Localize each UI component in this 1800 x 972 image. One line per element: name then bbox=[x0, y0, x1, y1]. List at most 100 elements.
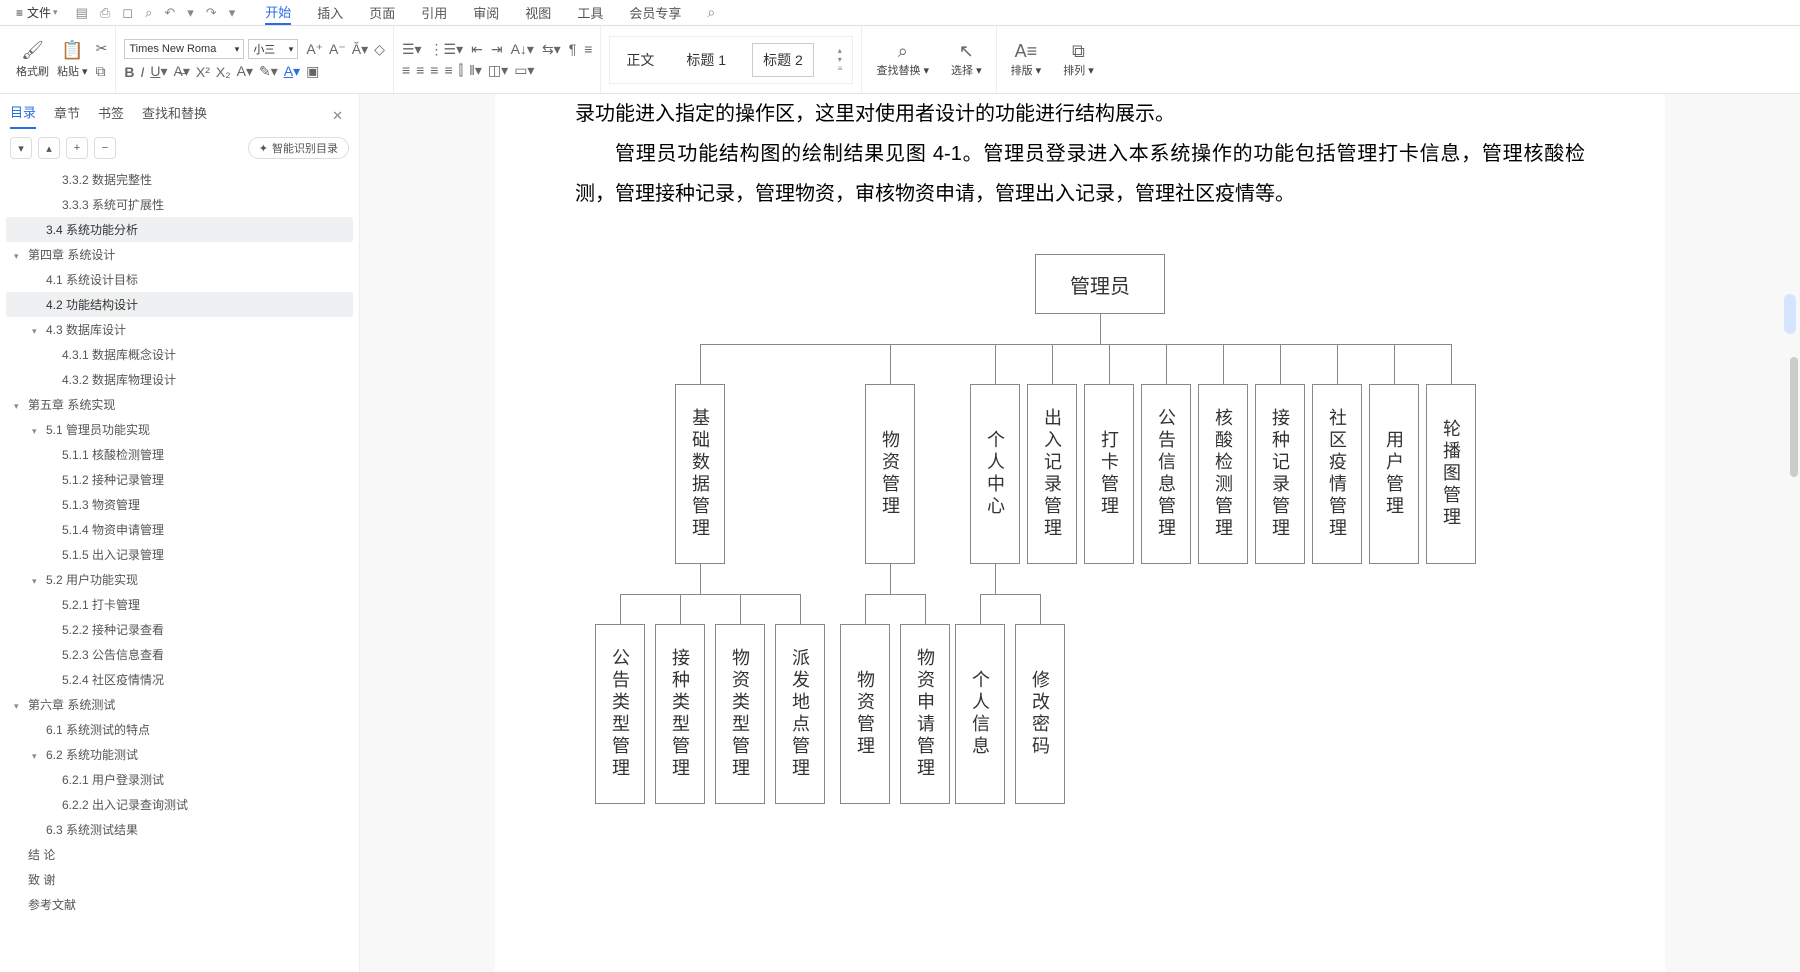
sidebar-tab-bookmark[interactable]: 书签 bbox=[98, 103, 124, 128]
grow-font-icon[interactable]: A⁺ bbox=[306, 41, 323, 58]
underline-icon[interactable]: U▾ bbox=[150, 63, 167, 80]
style-h1[interactable]: 标题 1 bbox=[680, 48, 732, 72]
paste-button[interactable]: 📋粘贴 ▾ bbox=[57, 40, 88, 79]
sidebar-tab-toc[interactable]: 目录 bbox=[10, 102, 36, 129]
tab-start[interactable]: 开始 bbox=[265, 0, 291, 25]
font-size-select[interactable]: 小三▾ bbox=[248, 39, 298, 59]
select-button[interactable]: ↖选择 ▾ bbox=[945, 41, 988, 78]
toc-item[interactable]: 5.2.2 接种记录查看 bbox=[6, 617, 353, 642]
toc-item[interactable]: 6.1 系统测试的特点 bbox=[6, 717, 353, 742]
border-icon[interactable]: ▭▾ bbox=[514, 62, 534, 79]
toc-item[interactable]: 6.2.1 用户登录测试 bbox=[6, 767, 353, 792]
toc-item[interactable]: 结 论 bbox=[6, 842, 353, 867]
toc-item[interactable]: 5.1.1 核酸检测管理 bbox=[6, 442, 353, 467]
align-right-icon[interactable]: ≡ bbox=[430, 62, 438, 78]
copy-icon[interactable]: ⧉ bbox=[96, 63, 108, 80]
document-area[interactable]: 录功能进入指定的操作区，这里对使用者设计的功能进行结构展示。 管理员功能结构图的… bbox=[360, 94, 1800, 972]
toc-item[interactable]: 5.1.5 出入记录管理 bbox=[6, 542, 353, 567]
vertical-scrollbar[interactable] bbox=[1788, 94, 1798, 972]
toc-item[interactable]: 5.2.4 社区疫情情况 bbox=[6, 667, 353, 692]
toc-item[interactable]: ▾第四章 系统设计 bbox=[6, 242, 353, 267]
caret-icon[interactable]: ▾ bbox=[187, 5, 194, 21]
toc-item[interactable]: ▾6.2 系统功能测试 bbox=[6, 742, 353, 767]
zoom-icon[interactable]: ⌕ bbox=[145, 5, 152, 21]
fill-icon[interactable]: ◫▾ bbox=[488, 62, 508, 79]
toc-item[interactable]: 6.2.2 出入记录查询测试 bbox=[6, 792, 353, 817]
line-height-icon[interactable]: ‖▾ bbox=[469, 62, 482, 79]
toc-item[interactable]: ▾第六章 系统测试 bbox=[6, 692, 353, 717]
toc-item[interactable]: 参考文献 bbox=[6, 892, 353, 917]
numbering-icon[interactable]: ⋮☰▾ bbox=[430, 41, 464, 58]
toc-item[interactable]: 5.1.3 物资管理 bbox=[6, 492, 353, 517]
print-icon[interactable]: ⎙ bbox=[100, 5, 110, 21]
toc-item[interactable]: 5.1.2 接种记录管理 bbox=[6, 467, 353, 492]
sidebar-tab-find[interactable]: 查找和替换 bbox=[142, 103, 207, 128]
italic-icon[interactable]: I bbox=[140, 64, 144, 80]
toc-item[interactable]: ▾5.2 用户功能实现 bbox=[6, 567, 353, 592]
tab-review[interactable]: 审阅 bbox=[473, 1, 499, 24]
layout-button[interactable]: A≡排版 ▾ bbox=[1005, 41, 1048, 78]
subscript-icon[interactable]: X₂ bbox=[216, 64, 231, 80]
sidebar-tab-chapter[interactable]: 章节 bbox=[54, 103, 80, 128]
preview-icon[interactable]: ◻ bbox=[122, 5, 133, 21]
bullets-icon[interactable]: ☰▾ bbox=[402, 41, 422, 58]
toc-item[interactable]: 3.3.2 数据完整性 bbox=[6, 167, 353, 192]
tab-reference[interactable]: 引用 bbox=[421, 1, 447, 24]
undo-icon[interactable]: ↶ bbox=[164, 5, 175, 21]
highlight-icon[interactable]: ✎▾ bbox=[259, 63, 278, 80]
search-icon[interactable]: ⌕ bbox=[707, 4, 715, 21]
tabs-icon[interactable]: ⇆▾ bbox=[542, 41, 561, 58]
toc-item[interactable]: 3.4 系统功能分析 bbox=[6, 217, 353, 242]
font-name-select[interactable]: Times New Roma▾ bbox=[124, 39, 244, 59]
toc-item[interactable]: ▾4.3 数据库设计 bbox=[6, 317, 353, 342]
distribute-icon[interactable]: ⫿ bbox=[459, 62, 463, 79]
toc-item[interactable]: 4.2 功能结构设计 bbox=[6, 292, 353, 317]
collapse-icon[interactable]: ▾ bbox=[10, 137, 32, 159]
tab-page[interactable]: 页面 bbox=[369, 1, 395, 24]
format-painter-button[interactable]: 🖌格式刷 bbox=[16, 40, 49, 79]
clear-format-icon[interactable]: ◇ bbox=[374, 41, 385, 58]
show-marks-icon[interactable]: ¶ bbox=[569, 41, 577, 57]
sort-icon[interactable]: A↓▾ bbox=[511, 41, 534, 58]
indent-icon[interactable]: ⇥ bbox=[491, 41, 503, 58]
shading-icon[interactable]: ▣ bbox=[306, 63, 319, 80]
change-case-icon[interactable]: Ǎ▾ bbox=[352, 41, 368, 58]
save-icon[interactable]: ▤ bbox=[76, 5, 88, 21]
cut-icon[interactable]: ✂ bbox=[96, 40, 108, 57]
font-color-icon[interactable]: A▾ bbox=[284, 63, 300, 80]
scrollbar-thumb[interactable] bbox=[1790, 357, 1798, 477]
caret-icon[interactable]: ▾ bbox=[229, 5, 236, 21]
toc-item[interactable]: ▾第五章 系统实现 bbox=[6, 392, 353, 417]
toc-item[interactable]: ▾5.1 管理员功能实现 bbox=[6, 417, 353, 442]
remove-icon[interactable]: − bbox=[94, 137, 116, 159]
toc-list[interactable]: 3.3.2 数据完整性3.3.3 系统可扩展性3.4 系统功能分析▾第四章 系统… bbox=[0, 167, 359, 972]
file-menu[interactable]: ≡ 文件 ▾ bbox=[10, 2, 64, 23]
toc-item[interactable]: 3.3.3 系统可扩展性 bbox=[6, 192, 353, 217]
tab-insert[interactable]: 插入 bbox=[317, 1, 343, 24]
shrink-font-icon[interactable]: A⁻ bbox=[329, 41, 346, 58]
style-h2[interactable]: 标题 2 bbox=[752, 43, 814, 77]
toc-item[interactable]: 4.3.2 数据库物理设计 bbox=[6, 367, 353, 392]
add-icon[interactable]: + bbox=[66, 137, 88, 159]
tab-tools[interactable]: 工具 bbox=[577, 1, 603, 24]
style-body[interactable]: 正文 bbox=[620, 48, 660, 72]
strike-icon[interactable]: A̶▾ bbox=[173, 63, 189, 80]
arrange-button[interactable]: ⧉排列 ▾ bbox=[1057, 41, 1100, 78]
tab-member[interactable]: 会员专享 bbox=[629, 1, 681, 24]
smart-toc-button[interactable]: ✦智能识别目录 bbox=[248, 137, 349, 159]
align-left-icon[interactable]: ≡ bbox=[402, 62, 410, 78]
superscript-icon[interactable]: X² bbox=[196, 64, 210, 80]
text-effect-icon[interactable]: A▾ bbox=[237, 63, 253, 80]
find-replace-button[interactable]: ⌕查找替换 ▾ bbox=[870, 41, 935, 78]
sidebar-close-icon[interactable]: ✕ bbox=[332, 108, 343, 124]
bold-icon[interactable]: B bbox=[124, 64, 134, 80]
toc-item[interactable]: 5.1.4 物资申请管理 bbox=[6, 517, 353, 542]
toc-item[interactable]: 5.2.3 公告信息查看 bbox=[6, 642, 353, 667]
line-spacing-icon[interactable]: ≡ bbox=[584, 41, 592, 57]
toc-item[interactable]: 6.3 系统测试结果 bbox=[6, 817, 353, 842]
toc-item[interactable]: 致 谢 bbox=[6, 867, 353, 892]
outdent-icon[interactable]: ⇤ bbox=[471, 41, 483, 58]
expand-icon[interactable]: ▴ bbox=[38, 137, 60, 159]
toc-item[interactable]: 4.1 系统设计目标 bbox=[6, 267, 353, 292]
side-handle[interactable] bbox=[1784, 294, 1796, 334]
